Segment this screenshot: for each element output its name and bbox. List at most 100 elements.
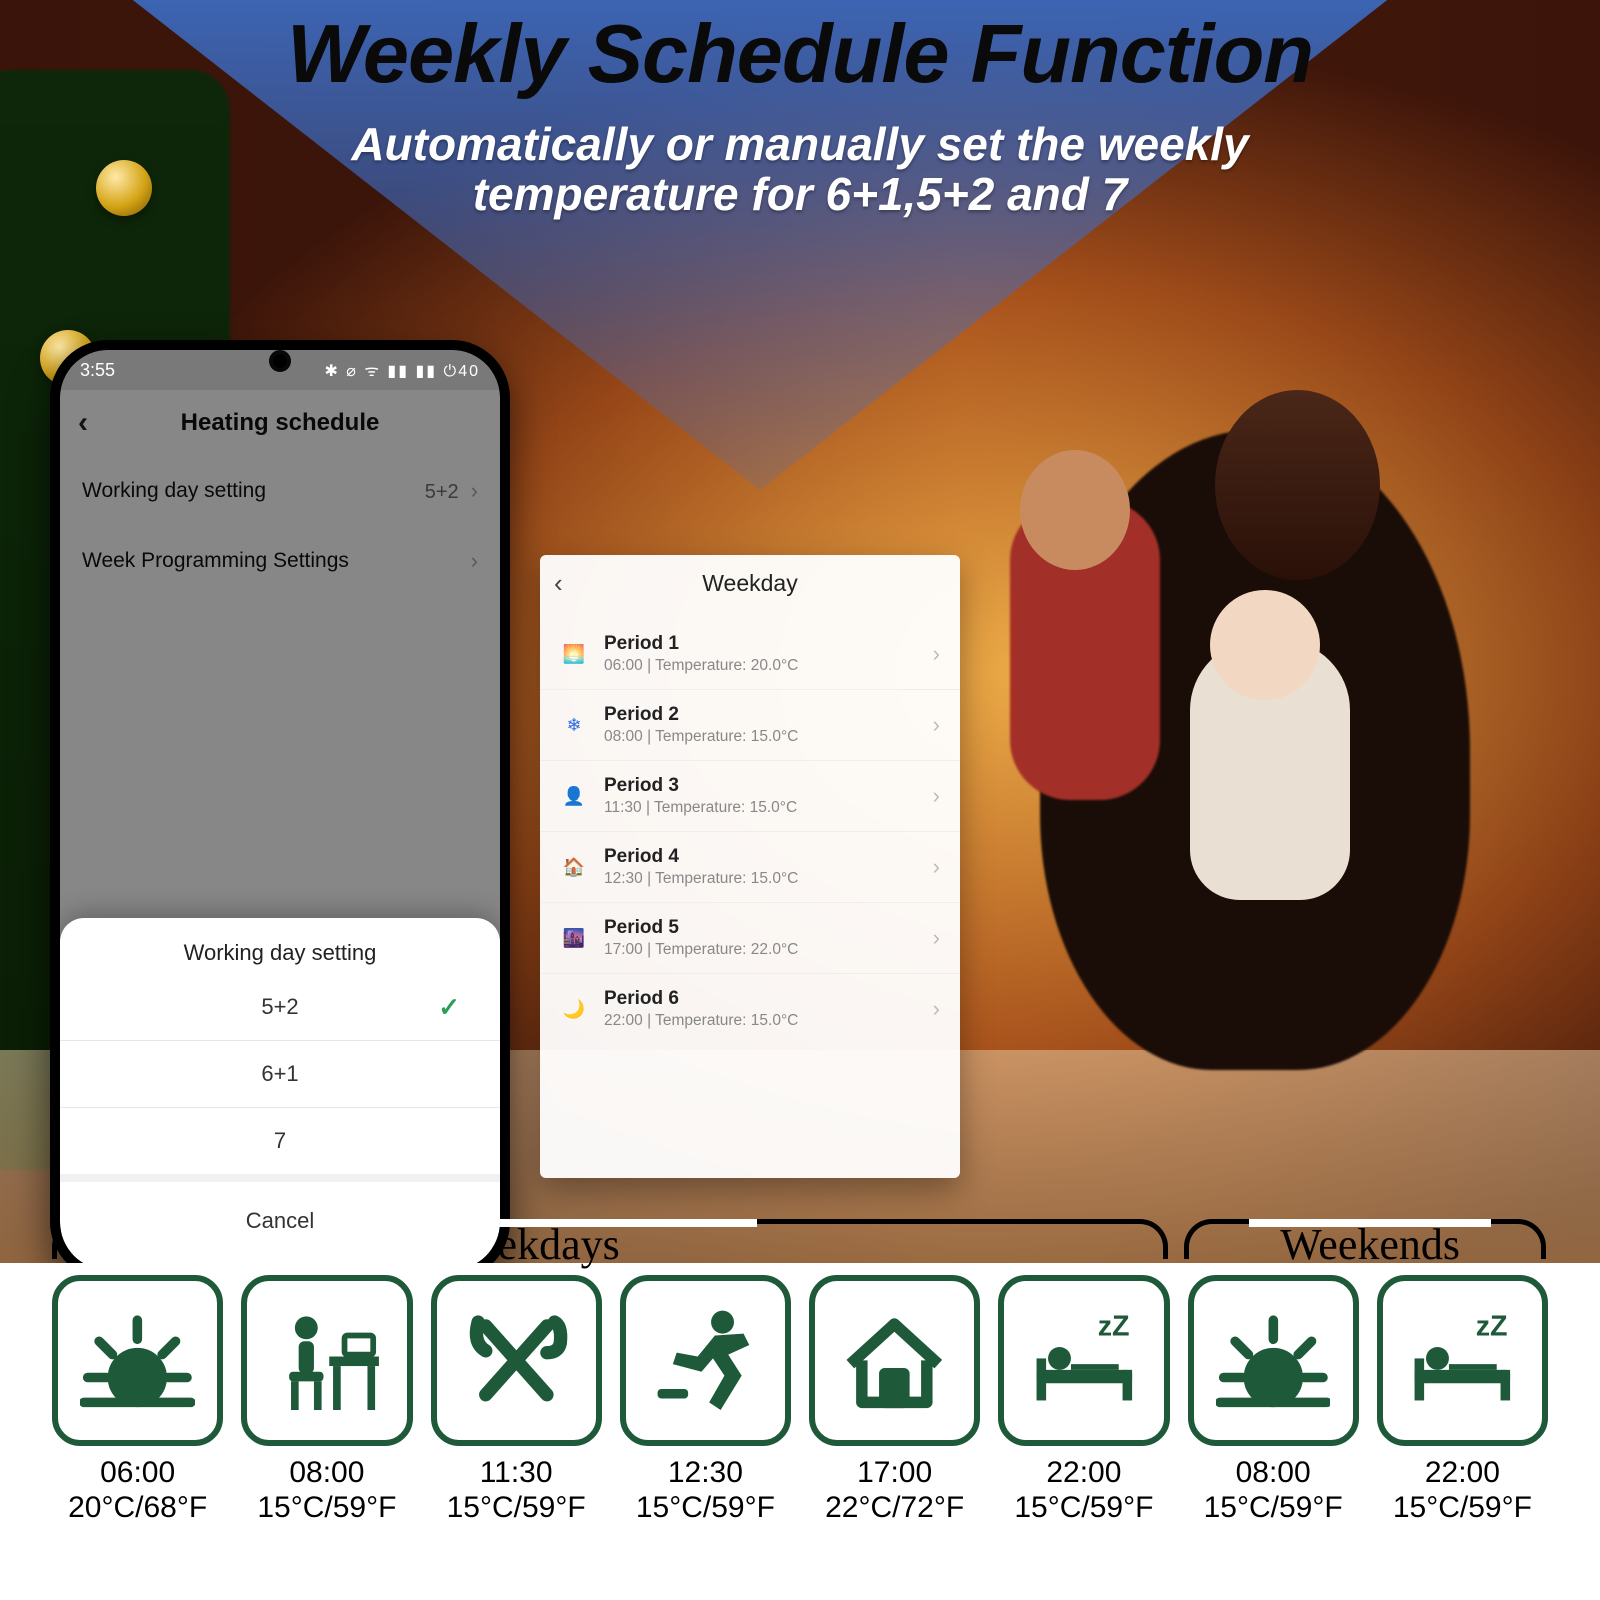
- tile-caption: 08:0015°C/59°F: [1204, 1456, 1343, 1525]
- period-icon: 🏠: [560, 853, 588, 881]
- option-label: 5+2: [261, 994, 298, 1019]
- row-working-day[interactable]: Working day setting 5+2: [60, 456, 500, 526]
- headline-subtitle: Automatically or manually set the weekly…: [0, 120, 1600, 219]
- back-icon[interactable]: ‹: [78, 406, 88, 440]
- desk-icon: [270, 1303, 385, 1418]
- tile-temp: 15°C/59°F: [1014, 1491, 1153, 1526]
- app-bar: ‹ Heating schedule: [60, 390, 500, 456]
- period-detail: 12:30 | Temperature: 15.0°C: [604, 870, 917, 888]
- schedule-tiles: 06:0020°C/68°F08:0015°C/59°F11:3015°C/59…: [52, 1275, 1548, 1578]
- tile-icon-box: [431, 1275, 602, 1446]
- period-icon: 🌙: [560, 995, 588, 1023]
- screen-title: Heating schedule: [181, 409, 380, 437]
- tile-time: 11:30: [447, 1456, 586, 1491]
- tile-icon-box: [52, 1275, 223, 1446]
- tile-caption: 17:0022°C/72°F: [825, 1456, 964, 1525]
- row-value: 5+2: [425, 481, 459, 503]
- tile-temp: 22°C/72°F: [825, 1491, 964, 1526]
- tile-caption: 22:0015°C/59°F: [1014, 1456, 1153, 1525]
- tile-temp: 15°C/59°F: [636, 1491, 775, 1526]
- tile-time: 12:30: [636, 1456, 775, 1491]
- period-text: Period 622:00 | Temperature: 15.0°C: [604, 988, 917, 1030]
- tile-icon-box: [1188, 1275, 1359, 1446]
- tile-time: 22:00: [1014, 1456, 1153, 1491]
- tile-icon-box: [1377, 1275, 1548, 1446]
- label-weekends: Weekends: [1280, 1219, 1460, 1270]
- sleep-icon: [1405, 1303, 1520, 1418]
- period-text: Period 208:00 | Temperature: 15.0°C: [604, 704, 917, 746]
- person-mother-head: [1215, 390, 1380, 580]
- schedule-tile-8: 22:0015°C/59°F: [1377, 1275, 1548, 1578]
- schedule-strip: Weekdays Weekends 06:0020°C/68°F08:0015°…: [0, 1263, 1600, 1600]
- period-row-4[interactable]: 🏠 Period 4 12:30 | Temperature: 15.0°C: [540, 832, 960, 903]
- cancel-button[interactable]: Cancel: [60, 1174, 500, 1270]
- period-row-3[interactable]: 👤 Period 3 11:30 | Temperature: 15.0°C: [540, 761, 960, 832]
- chevron-right-icon: [933, 854, 940, 880]
- card-weekday-periods: ‹ Weekday 🌅Period 106:00 | Temperature: …: [540, 555, 960, 1178]
- tile-caption: 11:3015°C/59°F: [447, 1456, 586, 1525]
- option-6-1[interactable]: 6+1: [60, 1041, 500, 1107]
- sunrise-icon: [1216, 1303, 1331, 1418]
- schedule-tile-3: 11:3015°C/59°F: [431, 1275, 602, 1578]
- chevron-right-icon: [933, 783, 940, 809]
- period-text: Period 517:00 | Temperature: 22.0°C: [604, 917, 917, 959]
- headline-subtitle-l2: temperature for 6+1,5+2 and 7: [473, 168, 1128, 220]
- tile-temp: 15°C/59°F: [1204, 1491, 1343, 1526]
- period-detail: 11:30 | Temperature: 15.0°C: [604, 799, 917, 817]
- period-row-1[interactable]: 🌅Period 106:00 | Temperature: 20.0°C: [540, 619, 960, 690]
- tile-temp: 15°C/59°F: [447, 1491, 586, 1526]
- status-icons: ✱ ⌀ ᯤ ▮▮ ▮▮ ⏻40: [324, 359, 480, 381]
- phone-heating-schedule: 3:55 ✱ ⌀ ᯤ ▮▮ ▮▮ ⏻40 ‹ Heating schedule …: [50, 340, 510, 1280]
- tile-time: 08:00: [257, 1456, 396, 1491]
- period-detail: 08:00 | Temperature: 15.0°C: [604, 728, 917, 746]
- tile-time: 08:00: [1204, 1456, 1343, 1491]
- row-label: Week Programming Settings: [82, 549, 349, 573]
- schedule-tile-4: 12:3015°C/59°F: [620, 1275, 791, 1578]
- tile-icon-box: [998, 1275, 1169, 1446]
- chevron-right-icon: [471, 548, 478, 574]
- period-name: Period 3: [604, 775, 917, 797]
- period-name: Period 1: [604, 633, 917, 655]
- sunrise-icon: [80, 1303, 195, 1418]
- schedule-tile-5: 17:0022°C/72°F: [809, 1275, 980, 1578]
- schedule-tile-6: 22:0015°C/59°F: [998, 1275, 1169, 1578]
- period-row-2[interactable]: ❄Period 208:00 | Temperature: 15.0°C: [540, 690, 960, 761]
- tile-time: 22:00: [1393, 1456, 1532, 1491]
- headline-subtitle-l1: Automatically or manually set the weekly: [351, 118, 1248, 170]
- card-header: ‹ Weekday: [540, 555, 960, 611]
- chevron-right-icon: [933, 712, 940, 738]
- back-icon[interactable]: ‹: [554, 568, 563, 599]
- card-title: Weekday: [702, 570, 797, 597]
- sleep-icon: [1027, 1303, 1142, 1418]
- period-name: Period 4: [604, 846, 917, 868]
- option-label: 7: [274, 1128, 286, 1153]
- stage: Weekly Schedule Function Automatically o…: [0, 0, 1600, 1600]
- option-7[interactable]: 7: [60, 1108, 500, 1174]
- chevron-right-icon: [471, 478, 478, 503]
- tile-icon-box: [620, 1275, 791, 1446]
- schedule-tile-2: 08:0015°C/59°F: [241, 1275, 412, 1578]
- home-icon: [837, 1303, 952, 1418]
- period-row-6[interactable]: 🌙 Period 622:00 | Temperature: 15.0°C: [540, 974, 960, 1044]
- status-time: 3:55: [80, 360, 115, 381]
- chevron-right-icon: [933, 641, 940, 667]
- person-baby-head: [1210, 590, 1320, 700]
- period-detail: 22:00 | Temperature: 15.0°C: [604, 1012, 917, 1030]
- row-week-programming[interactable]: Week Programming Settings: [60, 526, 500, 596]
- tile-caption: 22:0015°C/59°F: [1393, 1456, 1532, 1525]
- tile-time: 17:00: [825, 1456, 964, 1491]
- check-icon: ✓: [438, 992, 460, 1023]
- meal-icon: [459, 1303, 574, 1418]
- period-list: 🌅Period 106:00 | Temperature: 20.0°C❄Per…: [540, 611, 960, 1052]
- period-detail: 06:00 | Temperature: 20.0°C: [604, 657, 917, 675]
- tile-temp: 15°C/59°F: [1393, 1491, 1532, 1526]
- sheet-title: Working day setting: [60, 918, 500, 974]
- action-sheet: Working day setting 5+2 ✓ 6+1 7 Cancel: [60, 918, 500, 1270]
- period-row-5[interactable]: 🌆Period 517:00 | Temperature: 22.0°C: [540, 903, 960, 974]
- period-text: Period 4 12:30 | Temperature: 15.0°C: [604, 846, 917, 888]
- tile-temp: 15°C/59°F: [257, 1491, 396, 1526]
- period-icon: 👤: [560, 782, 588, 810]
- tile-time: 06:00: [68, 1456, 207, 1491]
- chevron-right-icon: [933, 996, 940, 1022]
- option-5-2[interactable]: 5+2 ✓: [60, 974, 500, 1040]
